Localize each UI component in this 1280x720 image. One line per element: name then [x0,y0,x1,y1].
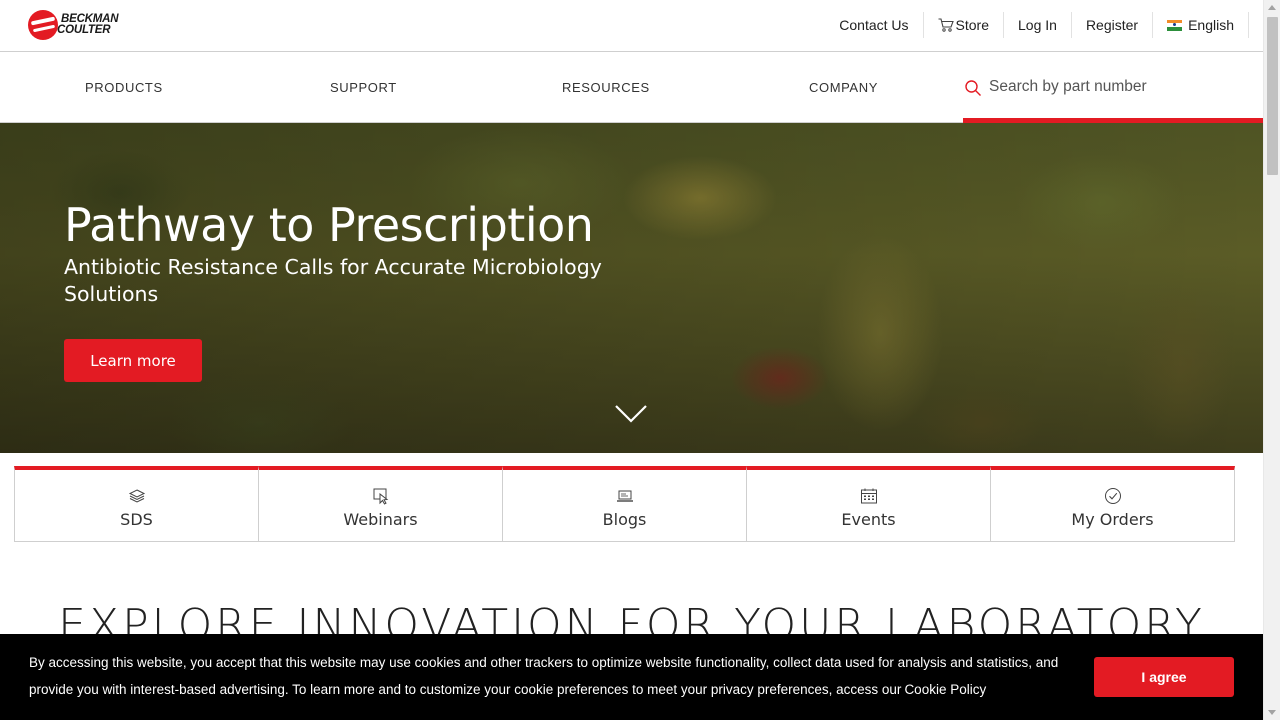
store-link[interactable]: Store [922,12,1003,38]
quick-link-label: My Orders [1071,510,1154,529]
quick-link-events[interactable]: Events [747,466,991,542]
logo-line-2: COULTER [57,24,111,36]
nav-support[interactable]: SUPPORT [330,53,397,122]
quick-link-label: SDS [120,510,153,529]
main-nav: PRODUCTS SUPPORT RESOURCES COMPANY [0,53,1263,123]
quick-link-label: Webinars [343,510,418,529]
scroll-down-arrow[interactable] [1268,710,1276,715]
cookie-banner: By accessing this website, you accept th… [0,634,1263,720]
quick-link-label: Events [841,510,896,529]
quick-link-sds[interactable]: SDS [14,466,259,542]
webinar-cursor-icon [373,488,388,505]
scroll-up-arrow[interactable] [1268,5,1276,10]
utility-nav: Contact Us Store Log In Register English [825,10,1249,40]
logo-mark-icon [28,10,58,40]
quick-link-my-orders[interactable]: My Orders [991,466,1235,542]
logo-wordmark: BECKMAN COULTER [57,13,119,36]
top-utility-bar: BECKMAN COULTER Contact Us Store Log In … [0,0,1263,52]
log-in-link[interactable]: Log In [1003,12,1071,38]
contact-us-link[interactable]: Contact Us [825,12,922,38]
layers-icon [128,489,145,503]
hero-banner: Pathway to Prescription Antibiotic Resis… [0,123,1263,453]
quick-link-blogs[interactable]: Blogs [503,466,747,542]
calendar-icon [860,488,877,504]
store-label: Store [955,17,989,33]
beckman-coulter-logo[interactable]: BECKMAN COULTER [28,10,119,40]
nav-products[interactable]: PRODUCTS [85,53,163,122]
language-label: English [1188,17,1234,33]
search-icon[interactable] [964,79,982,97]
nav-resources[interactable]: RESOURCES [562,53,650,122]
india-flag-icon [1167,19,1183,31]
search-input[interactable] [989,73,1249,101]
quick-link-webinars[interactable]: Webinars [259,466,503,542]
nav-company[interactable]: COMPANY [809,53,878,122]
cart-icon [938,18,954,32]
hero-title: Pathway to Prescription [64,198,594,252]
hero-content: Pathway to Prescription Antibiotic Resis… [64,196,664,382]
laptop-icon [616,490,633,502]
page-scrollbar[interactable] [1263,0,1280,720]
cookie-text: By accessing this website, you accept th… [29,649,1089,703]
search-box [963,53,1263,123]
hero-subtitle: Antibiotic Resistance Calls for Accurate… [64,255,602,306]
chevron-down-icon[interactable] [614,403,648,425]
language-selector[interactable]: English [1152,12,1249,38]
quick-link-label: Blogs [602,510,647,529]
register-link[interactable]: Register [1070,12,1152,38]
check-circle-icon [1104,488,1121,504]
learn-more-button[interactable]: Learn more [64,339,202,382]
scrollbar-thumb[interactable] [1267,17,1278,175]
cookie-policy-link[interactable]: Cookie Policy [904,682,986,697]
quick-links: SDS Webinars Blogs Events My Orders [14,466,1235,542]
i-agree-button[interactable]: I agree [1094,657,1234,697]
